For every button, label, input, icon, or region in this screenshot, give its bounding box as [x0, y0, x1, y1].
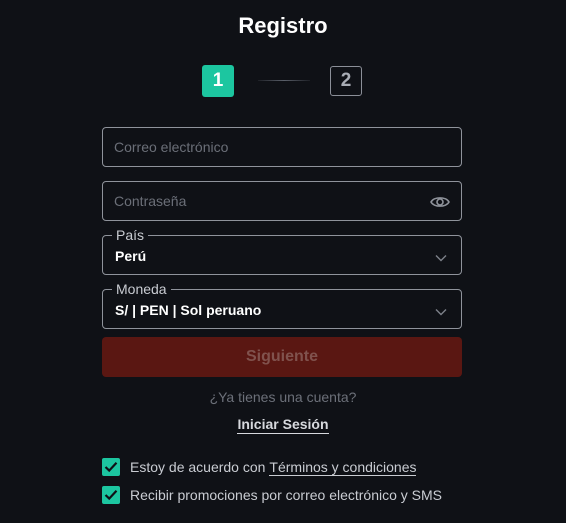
country-select[interactable]: País Perú [102, 227, 462, 275]
promo-checkbox[interactable] [102, 486, 120, 504]
currency-label: Moneda [112, 281, 171, 297]
step-connector [258, 80, 310, 81]
checkmark-icon [104, 462, 118, 473]
currency-select[interactable]: Moneda S/ | PEN | Sol peruano [102, 281, 462, 329]
stepper: 1 2 [202, 65, 362, 97]
chevron-down-icon [435, 304, 447, 316]
password-placeholder: Contraseña [114, 193, 187, 209]
terms-link[interactable]: Términos y condiciones [269, 459, 417, 476]
chevron-down-icon [435, 250, 447, 262]
password-field[interactable]: Contraseña [102, 181, 462, 221]
country-value: Perú [115, 248, 147, 264]
step-1-indicator: 1 [202, 65, 234, 97]
terms-prefix: Estoy de acuerdo con [130, 459, 266, 475]
next-button[interactable]: Siguiente [102, 337, 462, 377]
login-link-row: Iniciar Sesión [0, 416, 566, 434]
email-placeholder: Correo electrónico [114, 139, 229, 155]
country-label: País [112, 227, 149, 243]
login-link[interactable]: Iniciar Sesión [237, 416, 329, 434]
eye-icon[interactable] [430, 194, 450, 210]
promo-text: Recibir promociones por correo electróni… [130, 487, 443, 503]
promo-consent-row: Recibir promociones por correo electróni… [102, 485, 442, 505]
registration-page: Registro 1 2 Correo electrónico Contrase… [0, 0, 566, 523]
have-account-text: ¿Ya tienes una cuenta? [209, 389, 357, 405]
step-2-indicator: 2 [330, 66, 362, 96]
checkmark-icon [104, 490, 118, 501]
currency-value: S/ | PEN | Sol peruano [115, 302, 262, 318]
terms-checkbox[interactable] [102, 458, 120, 476]
terms-consent-row: Estoy de acuerdo con Términos y condicio… [102, 457, 417, 477]
page-title: Registro [238, 13, 328, 38]
email-field[interactable]: Correo electrónico [102, 127, 462, 167]
